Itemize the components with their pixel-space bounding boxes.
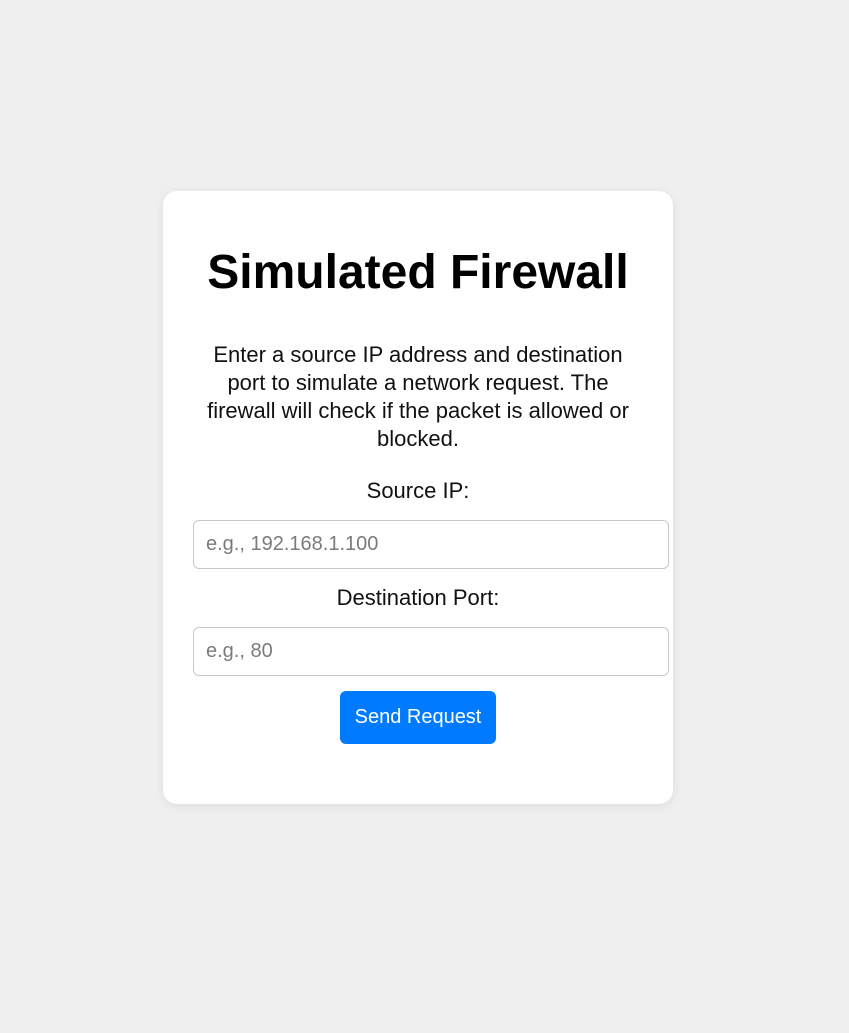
description-text: Enter a source IP address and destinatio… — [207, 342, 629, 451]
send-request-button[interactable]: Send Request — [340, 691, 496, 744]
firewall-card: Simulated Firewall Enter a source IP add… — [163, 191, 673, 804]
source-ip-label: Source IP: — [366, 478, 470, 503]
page-title: Simulated Firewall — [207, 246, 629, 299]
destination-port-label: Destination Port: — [336, 585, 500, 610]
source-ip-input[interactable] — [193, 520, 669, 569]
destination-port-input[interactable] — [193, 627, 669, 676]
